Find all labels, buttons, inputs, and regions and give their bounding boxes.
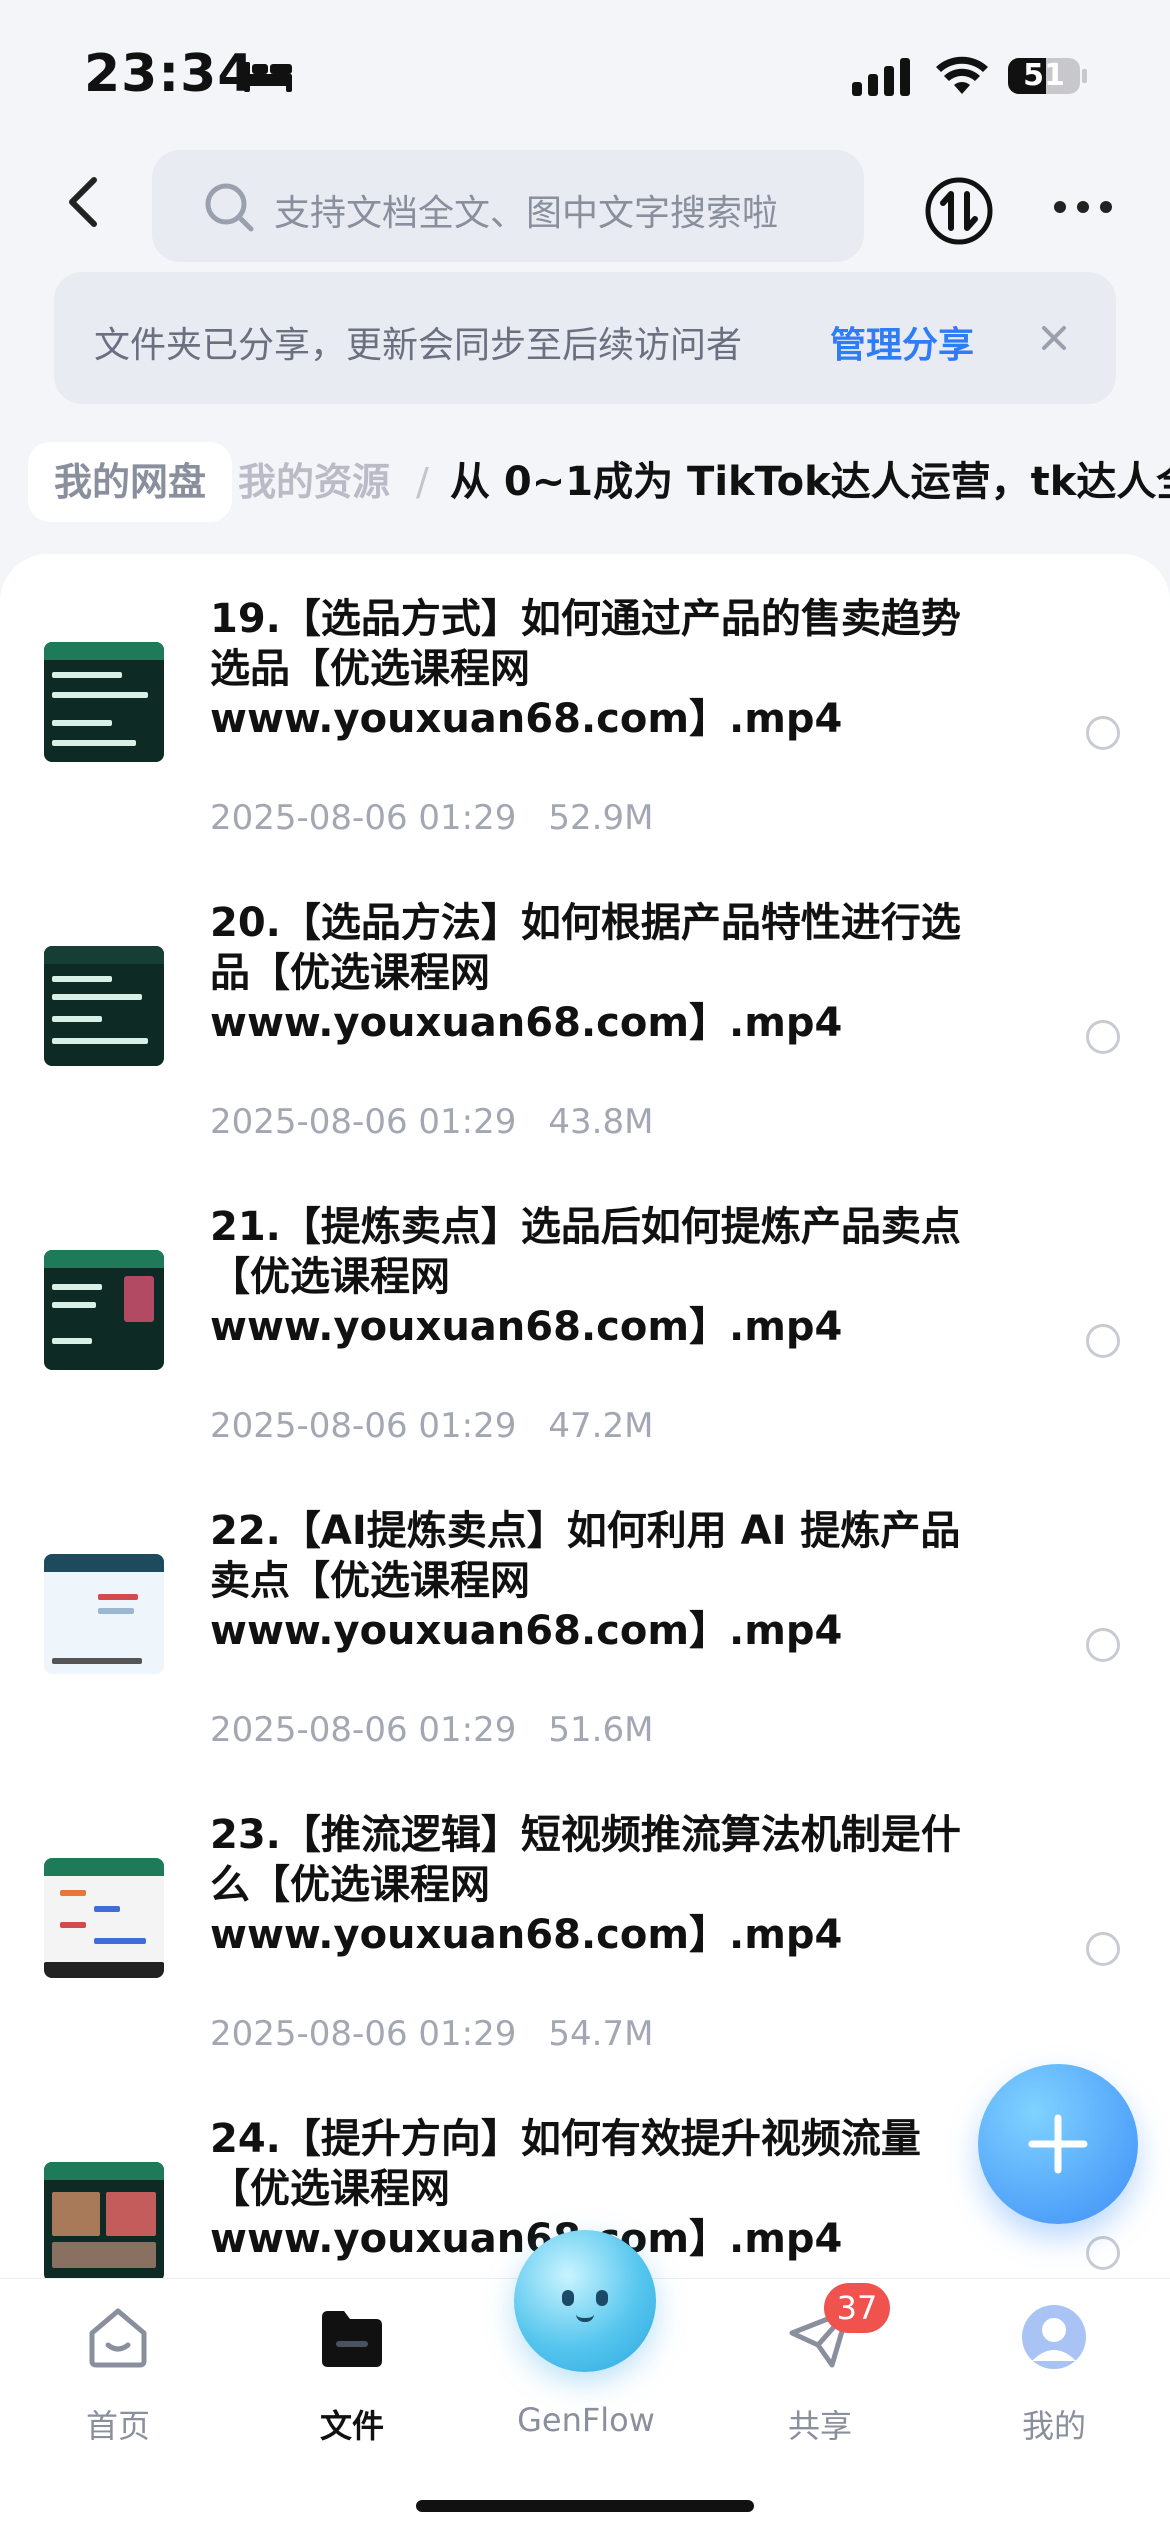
file-date: 2025-08-06 01:29	[210, 1102, 517, 1142]
share-notice-text: 文件夹已分享，更新会同步至后续访问者	[94, 325, 743, 366]
avatar-icon	[1022, 2305, 1086, 2369]
list-item[interactable]: 20.【选品方法】如何根据产品特性进行选品【优选课程网www.youxuan68…	[0, 898, 1170, 1202]
list-item[interactable]: 23.【推流逻辑】短视频推流算法机制是什么【优选课程网www.youxuan68…	[0, 1810, 1170, 2114]
select-radio[interactable]	[1086, 1020, 1120, 1054]
nav-home[interactable]: 首页	[48, 2293, 188, 2463]
breadcrumb-resources[interactable]: 我的资源	[238, 442, 390, 522]
file-meta: 2025-08-06 01:29 47.2M	[210, 1406, 653, 1446]
file-size: 47.2M	[548, 1406, 654, 1446]
video-thumbnail	[44, 1250, 164, 1370]
video-thumbnail	[44, 1554, 164, 1674]
file-name: 21.【提炼卖点】选品后如何提炼产品卖点【优选课程网www.youxuan68.…	[210, 1204, 961, 1350]
nav-files[interactable]: 文件	[282, 2293, 422, 2463]
back-arrow-icon[interactable]	[56, 172, 116, 232]
file-date: 2025-08-06 01:29	[210, 2014, 517, 2054]
select-radio[interactable]	[1086, 2236, 1120, 2270]
video-thumbnail	[44, 1858, 164, 1978]
file-meta: 2025-08-06 01:29 51.6M	[210, 1710, 653, 1750]
notification-badge: 37	[824, 2283, 890, 2333]
home-icon	[89, 2308, 147, 2368]
nav-label: GenFlow	[517, 2401, 655, 2439]
file-meta: 2025-08-06 01:29 54.7M	[210, 2014, 653, 2054]
file-name: 20.【选品方法】如何根据产品特性进行选品【优选课程网www.youxuan68…	[210, 900, 961, 1046]
nav-label: 首页	[85, 2407, 150, 2445]
manage-share-link[interactable]: 管理分享	[830, 316, 974, 368]
file-date: 2025-08-06 01:29	[210, 1710, 517, 1750]
add-button[interactable]	[978, 2064, 1138, 2224]
plus-icon	[1028, 2114, 1088, 2174]
transfer-icon[interactable]	[924, 176, 994, 246]
file-name: 22.【AI提炼卖点】如何利用 AI 提炼产品卖点【优选课程网www.youxu…	[210, 1508, 961, 1654]
nav-label: 共享	[787, 2407, 852, 2445]
bed-icon	[244, 62, 292, 92]
orb-eye	[562, 2290, 574, 2306]
breadcrumb-separator: /	[416, 460, 429, 504]
cellular-signal-icon	[852, 58, 910, 96]
file-name: 23.【推流逻辑】短视频推流算法机制是什么【优选课程网www.youxuan68…	[210, 1812, 961, 1958]
folder-icon	[322, 2311, 382, 2367]
genflow-orb-icon[interactable]	[514, 2230, 656, 2372]
nav-profile[interactable]: 我的	[984, 2293, 1124, 2463]
search-icon	[205, 183, 254, 232]
file-size: 52.9M	[548, 798, 654, 838]
select-radio[interactable]	[1086, 1628, 1120, 1662]
search-placeholder: 支持文档全文、图中文字搜索啦	[274, 193, 779, 234]
video-thumbnail	[44, 2162, 164, 2282]
select-radio[interactable]	[1086, 1932, 1120, 1966]
orb-mouth	[576, 2314, 594, 2322]
breadcrumb: 我的资源 我的网盘 / 从 0~1成为 TikTok达人运营，tk达人全	[0, 438, 1170, 526]
list-item[interactable]: 19.【选品方式】如何通过产品的售卖趋势选品【优选课程网www.youxuan6…	[0, 594, 1170, 898]
file-size: 54.7M	[548, 2014, 654, 2054]
list-item[interactable]: 22.【AI提炼卖点】如何利用 AI 提炼产品卖点【优选课程网www.youxu…	[0, 1506, 1170, 1810]
file-size: 51.6M	[548, 1710, 654, 1750]
file-name: 19.【选品方式】如何通过产品的售卖趋势选品【优选课程网www.youxuan6…	[210, 596, 961, 742]
battery-level: 51	[1023, 58, 1065, 93]
nav-label: 我的	[1021, 2407, 1086, 2445]
file-date: 2025-08-06 01:29	[210, 798, 517, 838]
file-date: 2025-08-06 01:29	[210, 1406, 517, 1446]
share-notice-banner: 文件夹已分享，更新会同步至后续访问者 管理分享	[54, 272, 1116, 404]
status-time: 23:34	[84, 44, 255, 104]
close-icon[interactable]	[1032, 316, 1076, 360]
status-bar: 23:34 51	[0, 0, 1170, 150]
select-radio[interactable]	[1086, 1324, 1120, 1358]
breadcrumb-current: 从 0~1成为 TikTok达人运营，tk达人全	[450, 459, 1170, 505]
file-size: 43.8M	[548, 1102, 654, 1142]
file-meta: 2025-08-06 01:29 43.8M	[210, 1102, 653, 1142]
select-radio[interactable]	[1086, 716, 1120, 750]
nav-label: 文件	[319, 2407, 384, 2445]
file-meta: 2025-08-06 01:29 52.9M	[210, 798, 653, 838]
video-thumbnail	[44, 946, 164, 1066]
orb-eye	[596, 2290, 608, 2306]
video-thumbnail	[44, 642, 164, 762]
list-item[interactable]: 21.【提炼卖点】选品后如何提炼产品卖点【优选课程网www.youxuan68.…	[0, 1202, 1170, 1506]
home-indicator	[416, 2500, 754, 2512]
wifi-icon	[936, 56, 988, 94]
nav-share[interactable]: 37 共享	[750, 2283, 890, 2463]
search-input[interactable]: 支持文档全文、图中文字搜索啦	[152, 150, 864, 262]
breadcrumb-home[interactable]: 我的网盘	[28, 442, 233, 522]
more-options-icon[interactable]	[1052, 196, 1114, 218]
